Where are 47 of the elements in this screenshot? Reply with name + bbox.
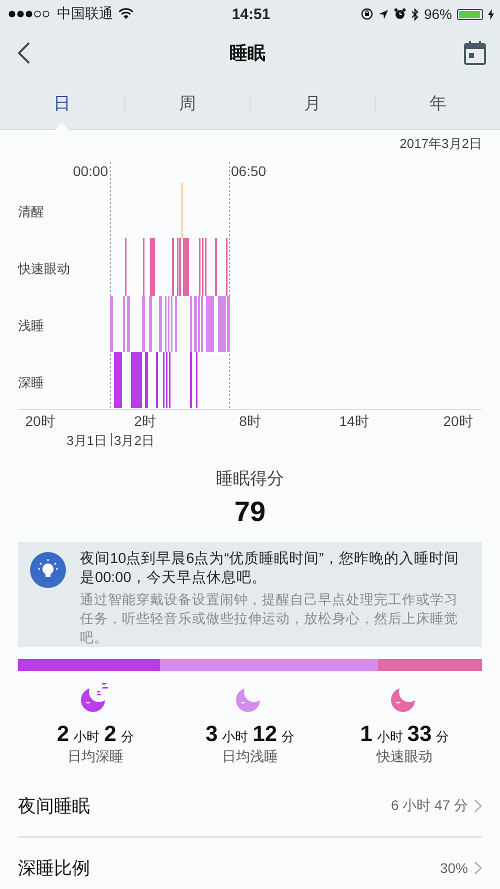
wake-time: 06:50 — [231, 163, 266, 179]
duration-value: 3 小时 12 分 — [205, 721, 295, 747]
signal-icon — [8, 10, 52, 18]
alarm-icon — [394, 8, 406, 20]
back-icon[interactable] — [17, 42, 31, 64]
clock-time: 14:51 — [232, 6, 270, 22]
chevron-icon — [474, 861, 482, 875]
battery-icon — [457, 8, 483, 20]
wifi-icon — [118, 8, 134, 20]
bluetooth-icon — [410, 8, 419, 20]
axis-label: 2时 — [134, 413, 156, 429]
stage-label: 快速眼动 — [18, 261, 70, 276]
period-tab[interactable]: 月 — [250, 78, 375, 130]
charging-bolt-icon — [488, 8, 494, 20]
score-value: 79 — [234, 496, 266, 528]
stage-label: 深睡 — [18, 375, 44, 390]
chart-date: 2017年3月2日 — [400, 136, 482, 151]
tip-headline: 夜间10点到早晨6点为“优质睡眠时间”，您昨晚的入睡时间是00:00，今天早点休息吧。 — [80, 550, 460, 588]
period-tab[interactable]: 年 — [376, 78, 500, 130]
period-tab[interactable]: 日 — [0, 78, 124, 130]
axis-label: 20时 — [443, 413, 473, 429]
duration-value: 1 小时 33 分 — [360, 721, 450, 747]
duration-value: 2 小时 2 分 — [56, 721, 134, 747]
stage-label: 浅睡 — [18, 318, 44, 333]
sleep-start-time: 00:00 — [72, 163, 108, 179]
stat-row[interactable]: 深睡比例 30% — [18, 836, 482, 889]
day-label: 3月1日 — [66, 433, 107, 448]
battery-percent: 96% — [424, 6, 452, 22]
location-arrow-icon — [378, 8, 389, 20]
stage-name: 快速眼动 — [376, 748, 433, 766]
lightbulb-icon — [30, 552, 66, 588]
axis-label: 20时 — [25, 413, 55, 429]
axis-label: 8时 — [239, 413, 261, 429]
stage-label: 清醒 — [18, 204, 44, 219]
score-label: 睡眠得分 — [216, 468, 284, 490]
period-tab[interactable]: 周 — [125, 78, 250, 130]
calendar-icon[interactable] — [464, 41, 486, 65]
stage-name: 日均深睡 — [67, 748, 124, 766]
page-title: 睡眠 — [230, 42, 266, 65]
rotation-lock-icon — [360, 8, 373, 20]
chevron-icon — [474, 799, 482, 813]
tip-body: 通过智能穿戴设备设置闹钟，提醒自己早点处理完工作或学习任务，听些轻音乐或做些拉伸运动，放松身心，然后上床睡觉吧。 — [80, 591, 459, 647]
day-label: 3月2日 — [114, 433, 154, 448]
stage-name: 日均浅睡 — [222, 748, 278, 766]
carrier-name: 中国联通 — [57, 5, 113, 23]
axis-label: 14时 — [339, 413, 369, 429]
stat-row[interactable]: 夜间睡眠 6 小时 47 分 — [18, 776, 482, 836]
